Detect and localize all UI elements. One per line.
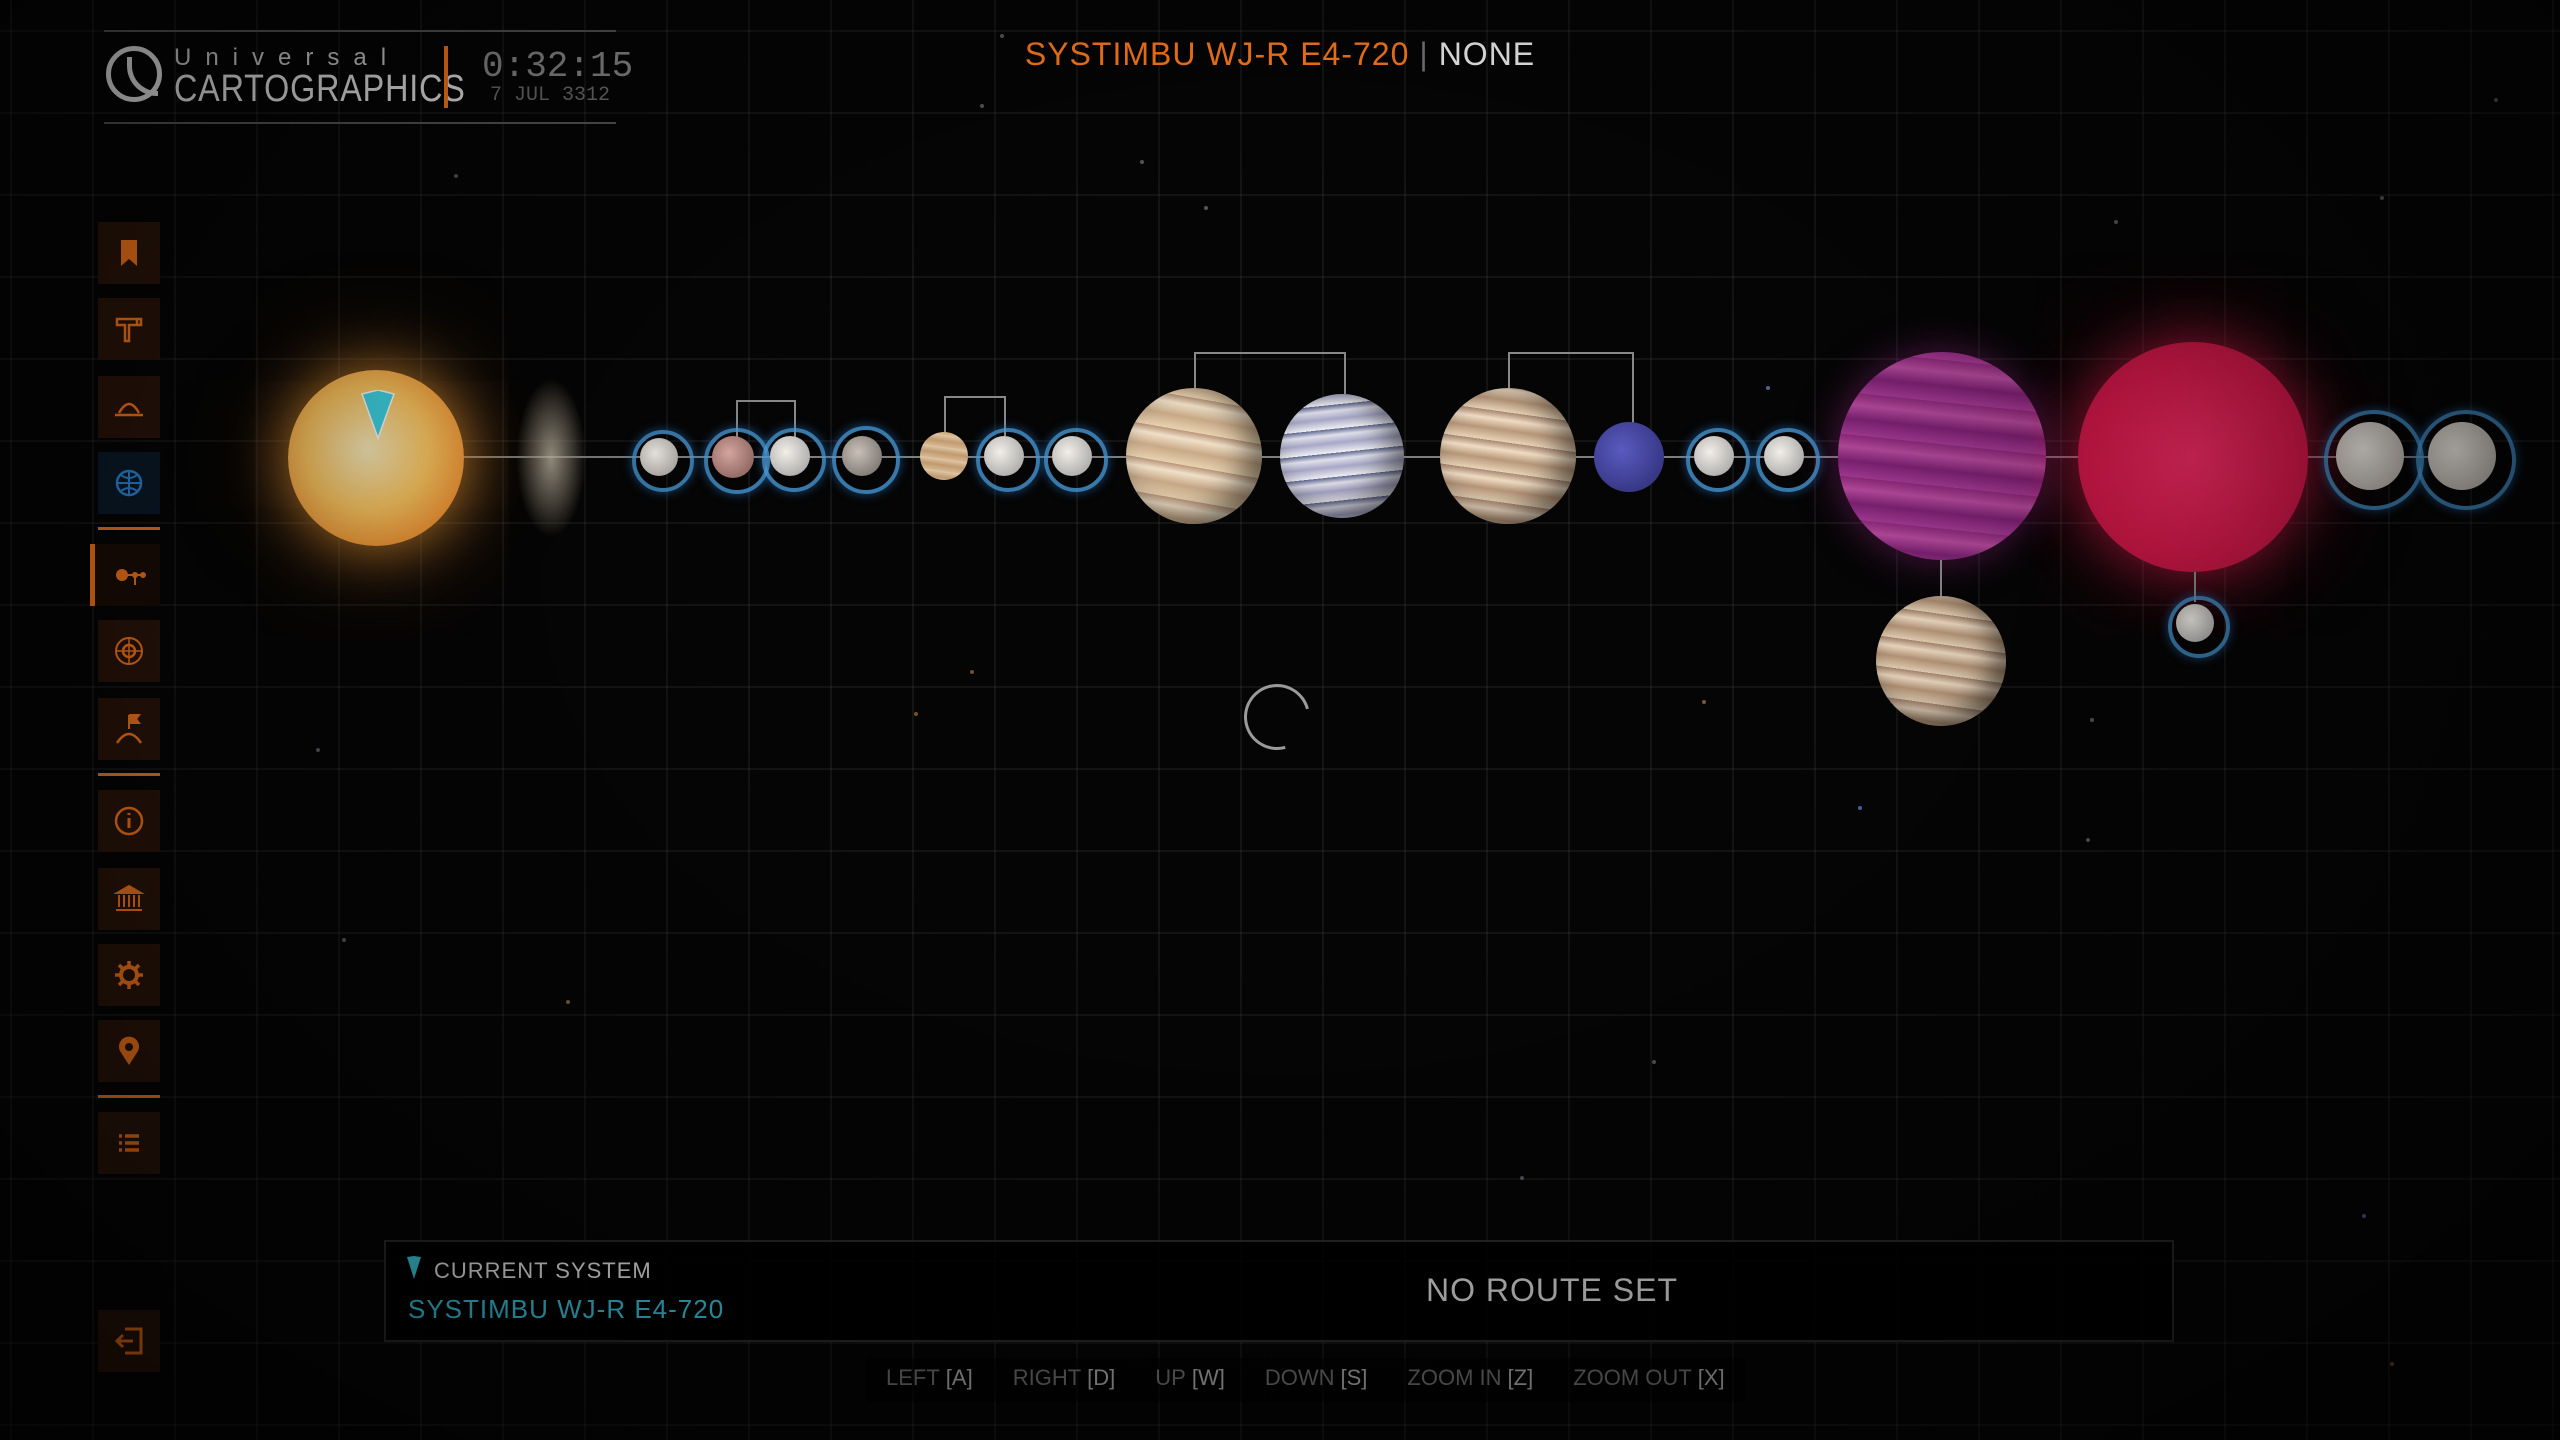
exit-icon xyxy=(114,1327,143,1355)
list-icon xyxy=(119,1134,139,1152)
planet-sandy-1[interactable] xyxy=(920,432,968,480)
key-hint-right: RIGHT [D] xyxy=(1012,1365,1116,1390)
brown-dwarf-purple[interactable] xyxy=(1838,352,2046,560)
planet-orbit-icon xyxy=(115,637,143,665)
key-hint-down: DOWN [S] xyxy=(1264,1365,1368,1390)
logo-big-text: CARTOGRAPHICS xyxy=(174,68,466,110)
gas-giant-moon[interactable] xyxy=(1876,596,2006,726)
location-pin-icon xyxy=(119,1036,139,1065)
gas-giant-3[interactable] xyxy=(1440,388,1576,524)
planet-icy-8[interactable] xyxy=(2428,422,2496,490)
sidebar-divider xyxy=(98,773,160,776)
government-icon xyxy=(113,884,145,911)
planet-rocky-2[interactable] xyxy=(842,436,882,476)
current-system-name[interactable]: SYSTIMBU WJ-R E4-720 xyxy=(408,1294,724,1325)
planet-icy-1[interactable] xyxy=(640,438,678,476)
key-hints: LEFT [A] RIGHT [D] UP [W] DOWN [S] ZOOM IN [Z… xyxy=(866,1358,1745,1402)
sidebar-info-button[interactable] xyxy=(98,790,160,852)
current-location-marker-icon xyxy=(361,390,395,441)
current-system-marker-icon xyxy=(407,1256,421,1279)
sidebar-settings-button[interactable] xyxy=(98,944,160,1006)
info-icon xyxy=(114,806,144,836)
sidebar-missions-button[interactable] xyxy=(98,698,160,760)
sidebar-bookmarks-button[interactable] xyxy=(98,222,160,284)
sidebar-location-button[interactable] xyxy=(98,1020,160,1082)
sidebar-list-button[interactable] xyxy=(98,1112,160,1174)
gear-icon xyxy=(115,961,143,989)
landing-pad-icon xyxy=(115,402,143,417)
sidebar-divider xyxy=(98,1095,160,1098)
sidebar-orbits-button[interactable] xyxy=(98,620,160,682)
binary-bracket xyxy=(1194,352,1346,394)
gas-giant-1[interactable] xyxy=(1126,388,1262,524)
key-hint-up: UP [W] xyxy=(1155,1365,1225,1390)
sidebar-outfitting-button[interactable] xyxy=(98,298,160,360)
planet-icy-4[interactable] xyxy=(1052,436,1092,476)
planet-blue[interactable] xyxy=(1594,422,1664,492)
sidebar-planets-button[interactable] xyxy=(98,452,160,514)
key-hint-zoom-in: ZOOM IN [Z] xyxy=(1407,1365,1534,1390)
planet-icy-3[interactable] xyxy=(984,436,1024,476)
title-separator: | xyxy=(1419,36,1429,72)
title-status: NONE xyxy=(1438,36,1536,72)
planet-icy-moon[interactable] xyxy=(2176,604,2214,642)
system-map-icon xyxy=(116,569,146,585)
route-panel: CURRENT SYSTEM SYSTIMBU WJ-R E4-720 NO R… xyxy=(384,1240,2174,1342)
star-red[interactable] xyxy=(2078,342,2308,572)
globe-icon xyxy=(115,469,143,497)
planet-icy-2[interactable] xyxy=(770,436,810,476)
flag-icon xyxy=(115,714,143,744)
moon-connector xyxy=(1940,560,1942,596)
asteroid-belt[interactable] xyxy=(516,378,586,538)
page-title: SYSTIMBU WJ-R E4-720 | NONE xyxy=(0,36,2560,73)
title-system-name: SYSTIMBU WJ-R E4-720 xyxy=(1024,36,1410,72)
sidebar-landing-pads-button[interactable] xyxy=(98,376,160,438)
key-hint-zoom-out: ZOOM OUT [X] xyxy=(1573,1365,1725,1390)
exit-button[interactable] xyxy=(98,1310,160,1372)
key-hint-left: LEFT [A] xyxy=(886,1365,973,1390)
current-system-label: CURRENT SYSTEM xyxy=(434,1258,652,1283)
planet-rocky-1[interactable] xyxy=(712,436,754,478)
bookmark-icon xyxy=(121,240,137,266)
sidebar-divider xyxy=(98,527,160,530)
planet-icy-7[interactable] xyxy=(2336,422,2404,490)
route-status: NO ROUTE SET xyxy=(1426,1272,1679,1308)
hammer-icon xyxy=(115,317,143,343)
planet-icy-6[interactable] xyxy=(1764,436,1804,476)
sidebar-government-button[interactable] xyxy=(98,868,160,930)
map-cursor xyxy=(1231,671,1323,763)
planet-icy-5[interactable] xyxy=(1694,436,1734,476)
gas-giant-2[interactable] xyxy=(1280,394,1404,518)
sidebar-system-map-button[interactable] xyxy=(90,544,160,606)
game-date: 7 JUL 3312 xyxy=(490,84,611,107)
